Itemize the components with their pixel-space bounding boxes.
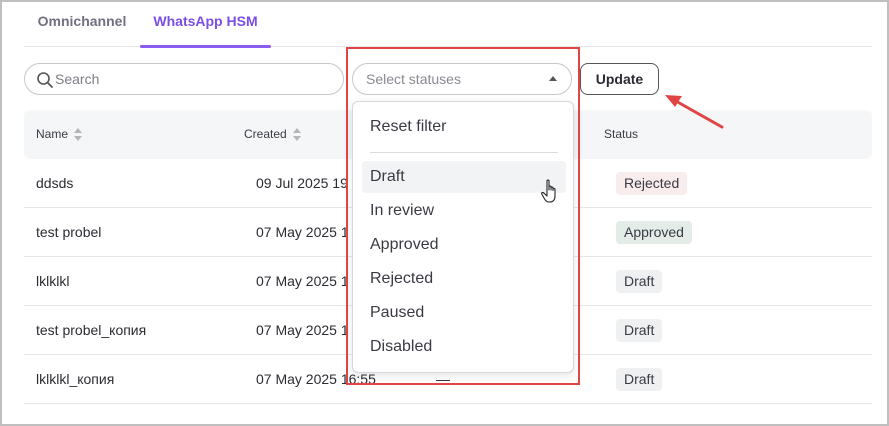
reset-filter-item[interactable]: Reset filter <box>362 111 566 143</box>
sort-icon[interactable] <box>292 127 301 142</box>
column-header-name[interactable]: Name <box>36 127 83 142</box>
status-badge: Draft <box>616 319 663 342</box>
search-box[interactable] <box>24 63 344 95</box>
column-header-created[interactable]: Created <box>244 127 301 142</box>
column-header-created-label: Created <box>244 127 287 141</box>
status-option-draft[interactable]: Draft <box>362 161 566 193</box>
caret-up-icon <box>549 76 557 81</box>
status-option-paused[interactable]: Paused <box>362 297 566 329</box>
status-badge: Rejected <box>616 172 688 195</box>
status-option-rejected[interactable]: Rejected <box>362 263 566 295</box>
row-name: test probel <box>36 224 102 240</box>
row-created: 07 May 2025 1 <box>256 322 349 338</box>
column-header-status-label: Status <box>604 127 639 141</box>
row-extra: — <box>436 371 450 387</box>
row-name: lklklkl <box>36 273 70 289</box>
tab-bar: Omnichannel WhatsApp HSM <box>24 0 872 48</box>
row-created: 07 May 2025 1 <box>256 224 349 240</box>
tab-whatsapp-hsm[interactable]: WhatsApp HSM <box>140 0 271 48</box>
row-name: ddsds <box>36 175 74 191</box>
status-badge: Approved <box>616 221 692 244</box>
row-name: lklklkl_копия <box>36 371 115 387</box>
status-option-approved[interactable]: Approved <box>362 229 566 261</box>
row-name: test probel_копия <box>36 322 147 338</box>
status-dropdown-menu: Reset filter Draft In review Approved Re… <box>352 101 574 373</box>
sort-icon[interactable] <box>74 127 83 142</box>
status-option-in-review[interactable]: In review <box>362 195 566 227</box>
column-header-status: Status <box>604 127 638 141</box>
status-badge: Draft <box>616 270 663 293</box>
status-option-disabled[interactable]: Disabled <box>362 331 566 363</box>
row-created: 07 May 2025 1 <box>256 273 349 289</box>
update-button[interactable]: Update <box>580 63 659 95</box>
status-badge: Draft <box>616 368 663 391</box>
search-input[interactable] <box>55 64 335 94</box>
status-select-placeholder: Select statuses <box>366 71 461 87</box>
search-icon <box>37 72 53 88</box>
tab-omnichannel[interactable]: Omnichannel <box>24 0 140 47</box>
row-created: 09 Jul 2025 19 <box>256 175 348 191</box>
row-created: 07 May 2025 16:55 <box>256 371 376 387</box>
status-select[interactable]: Select statuses <box>352 63 572 95</box>
column-header-name-label: Name <box>36 127 69 141</box>
dropdown-divider <box>370 152 558 153</box>
